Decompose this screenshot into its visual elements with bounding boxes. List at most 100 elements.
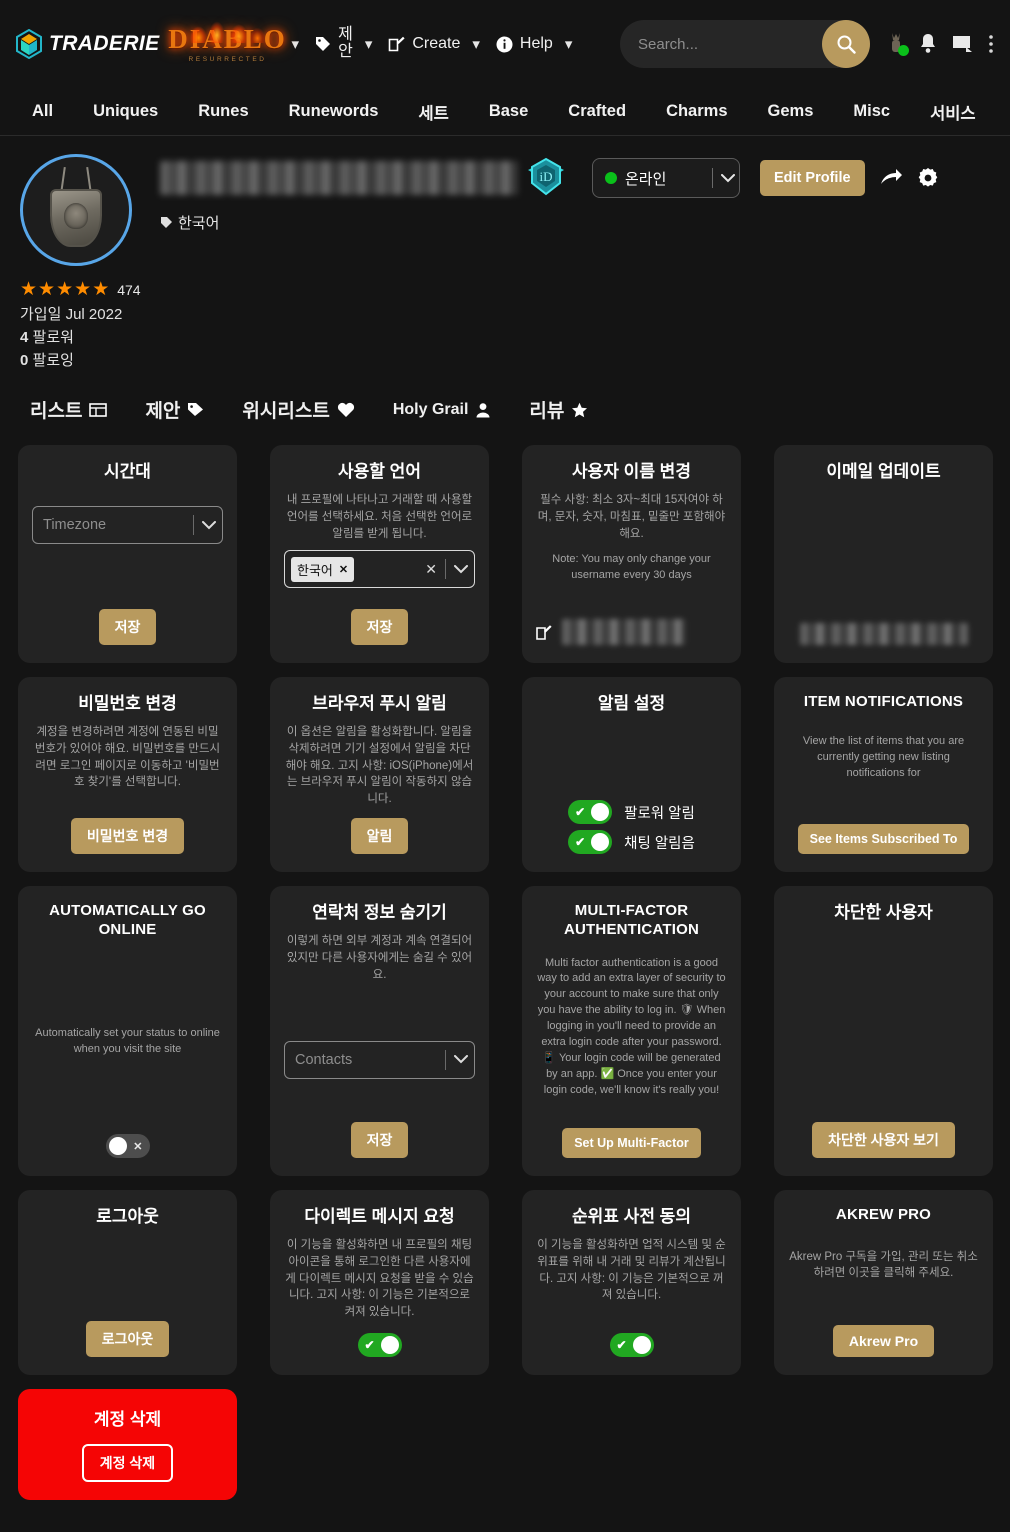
view-blocked-users-button[interactable]: 차단한 사용자 보기 (812, 1122, 955, 1158)
card-language: 사용할 언어 내 프로필에 나타나고 거래할 때 사용할 언어를 선택하세요. … (270, 445, 489, 663)
info-circle-icon (496, 36, 513, 53)
chat-sound-toggle[interactable]: ✔ (568, 830, 613, 854)
edit-pencil-icon[interactable] (536, 624, 552, 640)
nav-item-help-label: Help (519, 34, 553, 52)
followers-line[interactable]: 4 팔로워 (20, 326, 1010, 347)
category-link-sets[interactable]: 세트 (398, 100, 468, 124)
category-link-leaderboard[interactable]: 순위표 (996, 100, 1010, 124)
nav-item-create-label: Create (412, 34, 461, 52)
akrew-pro-button[interactable]: Akrew Pro (832, 1325, 935, 1357)
bell-icon[interactable] (918, 33, 938, 55)
leaderboard-consent-toggle[interactable]: ✔ (609, 1333, 654, 1357)
language-chip-remove-icon[interactable]: ✕ (339, 563, 348, 576)
card-dm-requests-desc: 이 기능을 활성화하면 내 프로필의 채팅 아이콘을 통해 로그인한 다른 사용… (285, 1239, 474, 1318)
star-icon: ★ (56, 279, 74, 300)
category-link-services[interactable]: 서비스 (910, 100, 996, 124)
status-chevron-down-icon[interactable] (721, 173, 735, 183)
star-icon: ★ (92, 279, 110, 300)
timezone-select[interactable]: Timezone (32, 506, 223, 545)
username-value-redacted (562, 619, 686, 645)
category-link-gems[interactable]: Gems (748, 102, 834, 121)
follower-notification-toggle[interactable]: ✔ (568, 800, 613, 824)
brand-name: TRADERIE (49, 32, 160, 55)
follower-notification-row: ✔ 팔로워 알림 (568, 800, 695, 824)
card-item-notifications: ITEM NOTIFICATIONS View the list of item… (774, 677, 993, 872)
search-button[interactable] (822, 20, 870, 68)
joined-date: 가입일 Jul 2022 (20, 303, 1010, 324)
category-link-runes[interactable]: Runes (178, 102, 268, 121)
card-leaderboard-consent-title: 순위표 사전 동의 (572, 1207, 691, 1226)
card-leaderboard-consent-desc: 이 기능을 활성화하면 업적 시스템 및 순위표를 위해 내 거래 및 리뷰가 … (537, 1239, 726, 1302)
category-link-crafted[interactable]: Crafted (548, 102, 646, 121)
category-link-all[interactable]: All (22, 102, 73, 121)
language-chip[interactable]: 한국어 ✕ (291, 556, 355, 582)
edit-profile-button[interactable]: Edit Profile (760, 160, 865, 196)
timezone-chevron-down-icon[interactable] (202, 520, 216, 530)
game-selector-diablo[interactable]: DIABLO RESURRECTED (168, 15, 285, 73)
card-language-desc: 내 프로필에 나타나고 거래할 때 사용할 언어를 선택하세요. 처음 선택한 … (286, 494, 473, 540)
tag-icon (187, 402, 204, 417)
category-nav-bar: All Uniques Runes Runewords 세트 Base Craf… (0, 88, 1010, 136)
profile-language-value: 한국어 (178, 215, 220, 232)
card-hide-contact-info: 연락처 정보 숨기기 이렇게 하면 외부 계정과 계속 연결되어 있지만 다른 … (270, 886, 489, 1176)
tab-wishlist[interactable]: 위시리스트 (242, 396, 354, 423)
avatar[interactable] (20, 154, 132, 266)
tab-offers[interactable]: 제안 (145, 396, 204, 423)
see-items-subscribed-button[interactable]: See Items Subscribed To (797, 824, 970, 854)
auto-online-toggle[interactable]: ✕ (105, 1134, 150, 1158)
email-value-redacted (799, 623, 968, 645)
profile-stats: ★ ★ ★ ★ ★ 474 가입일 Jul 2022 4 팔로워 0 팔로잉 (0, 266, 1010, 370)
star-icon (571, 402, 588, 418)
category-link-misc[interactable]: Misc (833, 102, 910, 121)
search-input[interactable] (638, 35, 808, 53)
category-link-uniques[interactable]: Uniques (73, 102, 178, 121)
tab-lists[interactable]: 리스트 (30, 396, 108, 423)
language-chevron-down-icon[interactable] (454, 564, 468, 574)
set-up-multi-factor-button[interactable]: Set Up Multi-Factor (562, 1128, 701, 1158)
user-avatar-icon[interactable] (888, 32, 909, 56)
tab-wishlist-label: 위시리스트 (242, 401, 330, 422)
card-username: 사용자 이름 변경 필수 사항: 최소 3자~최대 15자여야 하며, 문자, … (522, 445, 741, 663)
category-link-charms[interactable]: Charms (646, 102, 747, 121)
contacts-chevron-down-icon[interactable] (454, 1055, 468, 1064)
chat-bubble-icon[interactable] (952, 34, 974, 54)
timezone-save-button[interactable]: 저장 (98, 609, 157, 645)
more-vertical-icon[interactable] (988, 33, 994, 55)
browser-push-button[interactable]: 알림 (350, 818, 409, 854)
card-delete-account: 계정 삭제 계정 삭제 (18, 1389, 237, 1500)
share-arrow-icon[interactable] (879, 167, 903, 189)
card-dm-requests: 다이렉트 메시지 요청 이 기능을 활성화하면 내 프로필의 채팅 아이콘을 통… (270, 1190, 489, 1375)
delete-account-button[interactable]: 계정 삭제 (81, 1444, 174, 1482)
following-count: 0 (20, 352, 29, 369)
dm-requests-toggle[interactable]: ✔ (357, 1333, 402, 1357)
language-save-button[interactable]: 저장 (350, 609, 409, 645)
tab-holy-grail[interactable]: Holy Grail (393, 401, 492, 419)
joined-value: Jul 2022 (65, 306, 123, 323)
hide-contact-save-button[interactable]: 저장 (350, 1122, 409, 1159)
status-select[interactable]: 온라인 (592, 158, 740, 198)
language-multiselect[interactable]: 한국어 ✕ ✕ (284, 550, 475, 589)
logout-button[interactable]: 로그아웃 (85, 1321, 170, 1357)
gear-icon[interactable] (917, 167, 939, 189)
create-dropdown-chevron-down-icon[interactable]: ▾ (462, 35, 490, 53)
tab-reviews-label: 리뷰 (529, 401, 565, 422)
nav-item-create[interactable]: Create (386, 34, 462, 53)
search-bar[interactable] (620, 20, 870, 68)
contacts-select[interactable]: Contacts (284, 1040, 475, 1079)
nav-item-help[interactable]: Help (494, 34, 555, 53)
category-link-runewords[interactable]: Runewords (269, 102, 399, 121)
change-password-button[interactable]: 비밀번호 변경 (70, 818, 185, 854)
card-username-title: 사용자 이름 변경 (572, 462, 691, 481)
nav-item-offers[interactable]: 제 안 (313, 26, 355, 61)
card-timezone-title: 시간대 (104, 462, 151, 481)
card-timezone: 시간대 Timezone 저장 (18, 445, 237, 663)
following-line[interactable]: 0 팔로잉 (20, 349, 1010, 370)
brand-logo-link[interactable]: TRADERIE (16, 29, 160, 59)
category-link-base[interactable]: Base (469, 102, 548, 121)
tab-reviews[interactable]: 리뷰 (529, 396, 588, 423)
tag-icon (315, 36, 331, 52)
offers-dropdown-chevron-down-icon[interactable]: ▾ (355, 35, 383, 53)
card-multi-factor-auth: MULTI-FACTOR AUTHENTICATION Multi factor… (522, 886, 741, 1176)
language-clear-icon[interactable]: ✕ (417, 561, 445, 578)
help-dropdown-chevron-down-icon[interactable]: ▾ (555, 35, 583, 53)
